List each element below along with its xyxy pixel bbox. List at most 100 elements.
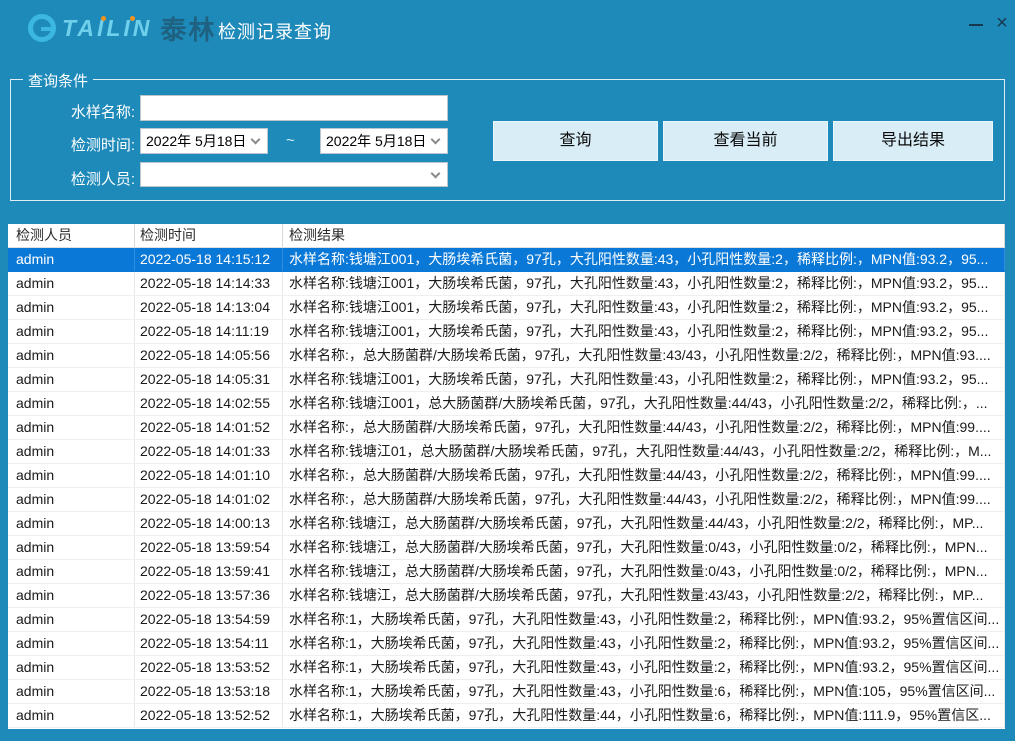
table-row[interactable]: admin2022-05-18 14:01:02水样名称:，总大肠菌群/大肠埃希… (8, 488, 1005, 512)
cell-person: admin (8, 392, 135, 415)
chevron-down-icon (431, 168, 441, 178)
minimize-icon[interactable] (969, 24, 983, 26)
cell-person: admin (8, 512, 135, 535)
table-row[interactable]: admin2022-05-18 13:59:54水样名称:钱塘江，总大肠菌群/大… (8, 536, 1005, 560)
cell-time: 2022-05-18 13:54:59 (135, 608, 283, 631)
cell-person: admin (8, 248, 135, 271)
table-row[interactable]: admin2022-05-18 14:01:10水样名称:，总大肠菌群/大肠埃希… (8, 464, 1005, 488)
table-row[interactable]: admin2022-05-18 14:01:33水样名称:钱塘江01，总大肠菌群… (8, 440, 1005, 464)
cell-person: admin (8, 632, 135, 655)
logo-dot-icon (101, 16, 106, 21)
cell-time: 2022-05-18 14:15:12 (135, 248, 283, 271)
cell-time: 2022-05-18 14:01:02 (135, 488, 283, 511)
cell-person: admin (8, 608, 135, 631)
table-header: 检测人员 检测时间 检测结果 (8, 224, 1005, 248)
cell-person: admin (8, 344, 135, 367)
cell-time: 2022-05-18 14:14:33 (135, 272, 283, 295)
cell-time: 2022-05-18 14:01:33 (135, 440, 283, 463)
column-header-person[interactable]: 检测人员 (8, 224, 135, 247)
cell-time: 2022-05-18 13:59:54 (135, 536, 283, 559)
cell-result: 水样名称:钱塘江001，大肠埃希氏菌，97孔，大孔阳性数量:43，小孔阳性数量:… (283, 296, 1005, 319)
cell-person: admin (8, 416, 135, 439)
detect-person-label: 检测人员: (30, 168, 135, 189)
cell-time: 2022-05-18 13:53:52 (135, 656, 283, 679)
logo-brand-text: TAILIN (62, 15, 152, 42)
table-row[interactable]: admin2022-05-18 14:15:12水样名称:钱塘江001，大肠埃希… (8, 248, 1005, 272)
cell-result: 水样名称:钱塘江001，大肠埃希氏菌，97孔，大孔阳性数量:43，小孔阳性数量:… (283, 248, 1005, 271)
cell-time: 2022-05-18 14:01:52 (135, 416, 283, 439)
table-row[interactable]: admin2022-05-18 13:52:52水样名称:1，大肠埃希氏菌，97… (8, 704, 1005, 728)
cell-time: 2022-05-18 14:05:31 (135, 368, 283, 391)
date-to-value: 2022年 5月18日 (321, 131, 432, 151)
cell-time: 2022-05-18 14:02:55 (135, 392, 283, 415)
table-row[interactable]: admin2022-05-18 13:53:18水样名称:1，大肠埃希氏菌，97… (8, 680, 1005, 704)
table-body: admin2022-05-18 14:15:12水样名称:钱塘江001，大肠埃希… (8, 248, 1005, 728)
cell-person: admin (8, 368, 135, 391)
cell-result: 水样名称:，总大肠菌群/大肠埃希氏菌，97孔，大孔阳性数量:43/43，小孔阳性… (283, 344, 1005, 367)
cell-person: admin (8, 272, 135, 295)
cell-result: 水样名称:钱塘江，总大肠菌群/大肠埃希氏菌，97孔，大孔阳性数量:0/43，小孔… (283, 536, 1005, 559)
cell-time: 2022-05-18 14:11:19 (135, 320, 283, 343)
groupbox-label: 查询条件 (23, 70, 93, 91)
column-header-time[interactable]: 检测时间 (135, 224, 283, 247)
cell-time: 2022-05-18 14:13:04 (135, 296, 283, 319)
table-row[interactable]: admin2022-05-18 14:14:33水样名称:钱塘江001，大肠埃希… (8, 272, 1005, 296)
column-header-result[interactable]: 检测结果 (283, 224, 1005, 247)
table-row[interactable]: admin2022-05-18 14:13:04水样名称:钱塘江001，大肠埃希… (8, 296, 1005, 320)
close-icon[interactable]: × (991, 10, 1013, 36)
cell-person: admin (8, 488, 135, 511)
table-row[interactable]: admin2022-05-18 14:05:31水样名称:钱塘江001，大肠埃希… (8, 368, 1005, 392)
cell-time: 2022-05-18 14:01:10 (135, 464, 283, 487)
logo-brand-chinese: 泰林 (160, 10, 216, 47)
cell-person: admin (8, 584, 135, 607)
cell-result: 水样名称:钱塘江，总大肠菌群/大肠埃希氏菌，97孔，大孔阳性数量:44/43，小… (283, 512, 1005, 535)
date-to-picker[interactable]: 2022年 5月18日 (320, 128, 448, 154)
date-from-picker[interactable]: 2022年 5月18日 (140, 128, 268, 154)
cell-result: 水样名称:钱塘江，总大肠菌群/大肠埃希氏菌，97孔，大孔阳性数量:43/43，小… (283, 584, 1005, 607)
detect-person-select[interactable] (140, 162, 448, 187)
tailin-logo-icon (28, 14, 56, 42)
table-row[interactable]: admin2022-05-18 13:57:36水样名称:钱塘江，总大肠菌群/大… (8, 584, 1005, 608)
cell-time: 2022-05-18 13:57:36 (135, 584, 283, 607)
cell-time: 2022-05-18 13:54:11 (135, 632, 283, 655)
cell-result: 水样名称:1，大肠埃希氏菌，97孔，大孔阳性数量:43，小孔阳性数量:2，稀释比… (283, 632, 1005, 655)
chevron-down-icon (251, 135, 261, 145)
cell-person: admin (8, 680, 135, 703)
cell-person: admin (8, 440, 135, 463)
page-title: 检测记录查询 (218, 18, 332, 44)
sample-name-label: 水样名称: (30, 101, 135, 122)
cell-time: 2022-05-18 13:52:52 (135, 704, 283, 727)
cell-result: 水样名称:1，大肠埃希氏菌，97孔，大孔阳性数量:43，小孔阳性数量:6，稀释比… (283, 680, 1005, 703)
cell-result: 水样名称:，总大肠菌群/大肠埃希氏菌，97孔，大孔阳性数量:44/43，小孔阳性… (283, 488, 1005, 511)
cell-person: admin (8, 464, 135, 487)
table-row[interactable]: admin2022-05-18 14:05:56水样名称:，总大肠菌群/大肠埃希… (8, 344, 1005, 368)
view-current-button[interactable]: 查看当前 (663, 121, 828, 161)
tailin-logo: TAILIN 泰林 (28, 12, 216, 44)
table-row[interactable]: admin2022-05-18 14:11:19水样名称:钱塘江001，大肠埃希… (8, 320, 1005, 344)
cell-person: admin (8, 320, 135, 343)
table-row[interactable]: admin2022-05-18 13:59:41水样名称:钱塘江，总大肠菌群/大… (8, 560, 1005, 584)
cell-result: 水样名称:，总大肠菌群/大肠埃希氏菌，97孔，大孔阳性数量:44/43，小孔阳性… (283, 464, 1005, 487)
table-row[interactable]: admin2022-05-18 14:01:52水样名称:，总大肠菌群/大肠埃希… (8, 416, 1005, 440)
cell-time: 2022-05-18 13:53:18 (135, 680, 283, 703)
cell-time: 2022-05-18 14:05:56 (135, 344, 283, 367)
cell-result: 水样名称:钱塘江01，总大肠菌群/大肠埃希氏菌，97孔，大孔阳性数量:44/43… (283, 440, 1005, 463)
table-row[interactable]: admin2022-05-18 13:53:52水样名称:1，大肠埃希氏菌，97… (8, 656, 1005, 680)
export-results-button[interactable]: 导出结果 (833, 121, 993, 161)
sample-name-input[interactable] (140, 95, 448, 121)
table-row[interactable]: admin2022-05-18 14:02:55水样名称:钱塘江001，总大肠菌… (8, 392, 1005, 416)
cell-result: 水样名称:钱塘江001，大肠埃希氏菌，97孔，大孔阳性数量:43，小孔阳性数量:… (283, 368, 1005, 391)
cell-result: 水样名称:1，大肠埃希氏菌，97孔，大孔阳性数量:44，小孔阳性数量:6，稀释比… (283, 704, 1005, 727)
cell-result: 水样名称:钱塘江001，大肠埃希氏菌，97孔，大孔阳性数量:43，小孔阳性数量:… (283, 272, 1005, 295)
cell-person: admin (8, 296, 135, 319)
table-row[interactable]: admin2022-05-18 13:54:59水样名称:1，大肠埃希氏菌，97… (8, 608, 1005, 632)
table-row[interactable]: admin2022-05-18 14:00:13水样名称:钱塘江，总大肠菌群/大… (8, 512, 1005, 536)
table-row[interactable]: admin2022-05-18 13:54:11水样名称:1，大肠埃希氏菌，97… (8, 632, 1005, 656)
cell-result: 水样名称:1，大肠埃希氏菌，97孔，大孔阳性数量:43，小孔阳性数量:2，稀释比… (283, 656, 1005, 679)
date-range-separator: ~ (286, 132, 295, 149)
cell-person: admin (8, 704, 135, 727)
query-button[interactable]: 查询 (493, 121, 658, 161)
cell-person: admin (8, 560, 135, 583)
cell-person: admin (8, 656, 135, 679)
logo-dot-icon (130, 16, 135, 21)
